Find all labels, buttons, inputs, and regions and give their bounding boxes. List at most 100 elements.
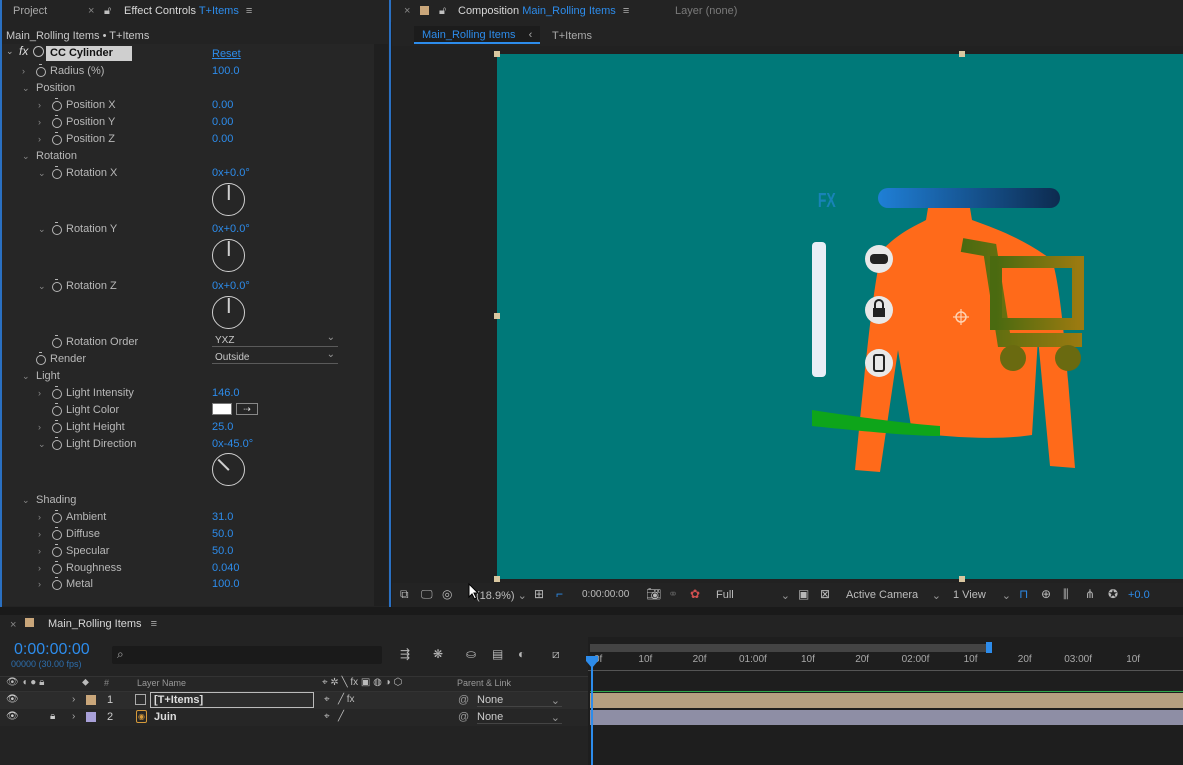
param-value[interactable]: 0x+0.0°	[212, 221, 250, 238]
transform-handle[interactable]	[494, 313, 500, 319]
chevron-down-icon[interactable]: ⌄	[22, 492, 32, 509]
group-rotation[interactable]: ⌄ Rotation	[0, 148, 372, 165]
timeline-tab[interactable]: Main_Rolling Items ≡	[48, 618, 157, 630]
fast-previews-icon[interactable]: ▣	[798, 587, 809, 601]
param-value[interactable]: 100.0	[212, 576, 240, 593]
tab-project[interactable]: Project	[13, 0, 47, 22]
layer-label-color[interactable]	[86, 712, 96, 722]
playhead-handle-icon[interactable]	[585, 655, 599, 669]
layer-switches[interactable]: ⌖ ╱ fx	[324, 694, 355, 705]
param-value[interactable]: 25.0	[212, 419, 233, 436]
transparency-grid-icon[interactable]: ⊠	[820, 587, 830, 601]
stopwatch-icon[interactable]	[52, 436, 62, 450]
parent-dropdown[interactable]: None ⌄	[477, 711, 562, 724]
group-light[interactable]: ⌄ Light	[0, 368, 372, 385]
param-value[interactable]: 0.00	[212, 114, 233, 131]
column-parent[interactable]: Parent & Link	[457, 678, 511, 688]
param-value[interactable]: 0.040	[212, 560, 240, 577]
search-input[interactable]	[112, 646, 382, 664]
group-shading[interactable]: ⌄ Shading	[0, 492, 372, 509]
layer-name[interactable]: Juin	[154, 711, 177, 723]
chevron-down-icon[interactable]: ⌄	[22, 368, 32, 385]
rotation-y-dial[interactable]	[212, 239, 245, 272]
close-icon[interactable]: ×	[88, 0, 94, 22]
scrollbar[interactable]	[374, 44, 388, 606]
channel-icon[interactable]: ✿	[690, 587, 700, 601]
stopwatch-icon[interactable]	[52, 385, 62, 399]
rotation-z-dial[interactable]	[212, 296, 245, 329]
chevron-right-icon[interactable]: ›	[38, 419, 48, 436]
chevron-right-icon[interactable]: ›	[72, 694, 75, 705]
pickwhip-icon[interactable]: @	[458, 711, 469, 723]
render-select[interactable]: Outside	[212, 348, 338, 364]
chevron-right-icon[interactable]: ›	[72, 711, 75, 722]
panel-menu-icon[interactable]: ≡	[151, 618, 157, 630]
stopwatch-icon[interactable]	[52, 576, 62, 590]
param-value[interactable]: 50.0	[212, 526, 233, 543]
region-of-interest-icon[interactable]: ⌐	[556, 587, 563, 601]
light-color-swatch[interactable]	[212, 403, 232, 415]
layer-bar-2[interactable]	[590, 710, 1183, 725]
av-features-icons[interactable]: 👁︎ ◖ ● 🔒︎	[6, 677, 44, 688]
chevron-right-icon[interactable]: ›	[22, 63, 32, 80]
parent-dropdown[interactable]: None ⌄	[477, 694, 562, 707]
eyedropper-icon[interactable]: ⇢	[236, 403, 258, 415]
effect-options-icon[interactable]	[33, 46, 44, 57]
frame-blending-icon[interactable]: ▤	[492, 647, 503, 661]
column-layer-name[interactable]: Layer Name	[137, 678, 186, 688]
eye-icon[interactable]: 👁︎	[6, 711, 19, 722]
work-area-bar[interactable]	[590, 644, 990, 652]
chevron-right-icon[interactable]: ›	[38, 509, 48, 526]
chevron-right-icon[interactable]: ›	[38, 131, 48, 148]
layer-name[interactable]: [T+Items]	[150, 692, 314, 708]
stopwatch-icon[interactable]	[52, 560, 62, 574]
param-value[interactable]: 50.0	[212, 543, 233, 560]
chevron-down-icon[interactable]: ⌄	[38, 221, 48, 238]
camera-icon[interactable]: 📷︎	[646, 587, 661, 601]
monitor-icon[interactable]: 🖵︎	[421, 587, 433, 602]
close-icon[interactable]: ×	[404, 0, 410, 22]
chevron-down-icon[interactable]: ⌄	[38, 436, 48, 453]
transform-handle[interactable]	[494, 576, 500, 582]
tab-composition[interactable]: Composition Main_Rolling Items ≡	[458, 0, 629, 22]
stopwatch-icon[interactable]	[52, 97, 62, 111]
param-value[interactable]: 0x+0.0°	[212, 278, 250, 295]
label-column-icon[interactable]: ⬥	[82, 677, 89, 688]
chevron-right-icon[interactable]: ›	[38, 97, 48, 114]
stopwatch-icon[interactable]	[52, 543, 62, 557]
subtab-t-items[interactable]: T+Items	[552, 30, 592, 42]
chevron-down-icon[interactable]: ⌄	[38, 165, 48, 182]
stopwatch-icon[interactable]	[52, 114, 62, 128]
chevron-right-icon[interactable]: ›	[38, 526, 48, 543]
graph-editor-icon[interactable]: ⧄	[552, 647, 560, 662]
stopwatch-icon[interactable]	[52, 509, 62, 523]
pickwhip-icon[interactable]: @	[458, 694, 469, 706]
layer-label-color[interactable]	[86, 695, 96, 705]
mask-icon[interactable]: ◎	[442, 587, 452, 601]
resolution-grid-icon[interactable]: ⊞	[534, 587, 544, 601]
transform-handle[interactable]	[494, 51, 500, 57]
fx-icon[interactable]: fx	[19, 44, 28, 58]
camera-dropdown[interactable]: Active Camera ⌄	[846, 589, 941, 602]
stopwatch-icon[interactable]	[36, 63, 46, 77]
playhead-line[interactable]	[591, 656, 593, 765]
zoom-dropdown[interactable]: (18.9%) ⌄	[476, 589, 527, 602]
stopwatch-icon[interactable]	[52, 402, 62, 416]
viewer-timecode[interactable]: 0:00:00:00	[582, 589, 629, 600]
reset-link[interactable]: Reset	[212, 48, 241, 60]
subtab-main-rolling-items[interactable]: Main_Rolling Items ‹	[414, 26, 540, 44]
draft-3d-toggle-icon[interactable]: ❋	[433, 647, 443, 661]
hide-shy-icon[interactable]: ⛀	[466, 647, 476, 661]
chevron-right-icon[interactable]: ›	[38, 576, 48, 593]
exposure-reset-icon[interactable]: ✪	[1108, 587, 1118, 601]
tab-effect-controls[interactable]: Effect Controls T+Items ≡	[124, 0, 252, 22]
chevron-down-icon[interactable]: ⌄	[6, 46, 14, 57]
stopwatch-icon[interactable]	[52, 526, 62, 540]
chevron-down-icon[interactable]: ⌄	[38, 278, 48, 295]
draft-3d-icon[interactable]: ⊕	[1041, 587, 1051, 601]
param-value[interactable]: 0x-45.0°	[212, 436, 253, 453]
motion-blur-icon[interactable]: ◐	[518, 647, 525, 661]
composition-mini-flowchart-icon[interactable]: ⇶	[400, 647, 410, 661]
switches-icons[interactable]: ⌖ ✲ ╲ fx ▣ ◍ ◑ ⬡	[322, 677, 402, 688]
resolution-dropdown[interactable]: Full ⌄	[716, 589, 790, 602]
